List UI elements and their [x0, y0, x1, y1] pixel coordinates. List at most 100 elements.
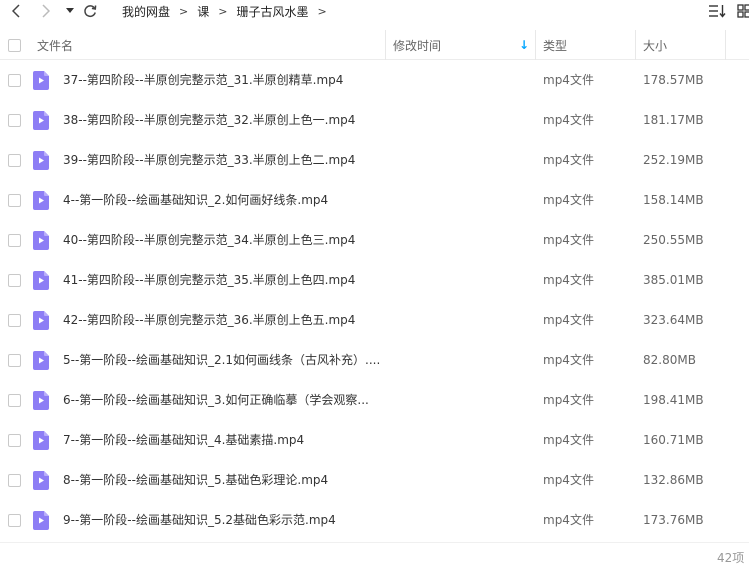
table-row[interactable]: 39--第四阶段--半原创完整示范_33.半原创上色二.mp4 mp4文件 25… [0, 140, 749, 180]
breadcrumb-separator: > [179, 4, 189, 18]
column-header-type[interactable]: 类型 [543, 30, 567, 60]
row-checkbox[interactable] [8, 114, 21, 127]
row-checkbox[interactable] [8, 514, 21, 527]
refresh-icon [84, 5, 97, 18]
table-row[interactable]: 7--第一阶段--绘画基础知识_4.基础素描.mp4 mp4文件 160.71M… [0, 420, 749, 460]
breadcrumb: 我的网盘 > 课 > 珊子古风水墨 > [122, 2, 336, 20]
column-header-size[interactable]: 大小 [643, 30, 667, 60]
table-row[interactable]: 8--第一阶段--绘画基础知识_5.基础色彩理论.mp4 mp4文件 132.8… [0, 460, 749, 500]
table-row[interactable]: 37--第四阶段--半原创完整示范_31.半原创精草.mp4 mp4文件 178… [0, 60, 749, 100]
table-row[interactable]: 4--第一阶段--绘画基础知识_2.如何画好线条.mp4 mp4文件 158.1… [0, 180, 749, 220]
row-checkbox[interactable] [8, 434, 21, 447]
table-header: 文件名 修改时间 ↓ 类型 大小 [0, 30, 749, 60]
table-row[interactable]: 42--第四阶段--半原创完整示范_36.半原创上色五.mp4 mp4文件 32… [0, 300, 749, 340]
row-checkbox[interactable] [8, 194, 21, 207]
column-divider [535, 30, 536, 60]
breadcrumb-item-current[interactable]: 珊子古风水墨 [236, 3, 308, 20]
refresh-button[interactable] [82, 0, 98, 22]
column-header-modified[interactable]: 修改时间 ↓ [393, 30, 533, 60]
sort-desc-icon: ↓ [519, 38, 530, 52]
video-file-icon [33, 351, 49, 370]
table-row[interactable]: 40--第四阶段--半原创完整示范_34.半原创上色三.mp4 mp4文件 25… [0, 220, 749, 260]
file-type: mp4文件 [543, 353, 594, 367]
file-size: 181.17MB [643, 113, 704, 127]
video-file-icon [33, 151, 49, 170]
file-size: 250.55MB [643, 233, 704, 247]
chevron-right-icon [42, 4, 50, 18]
video-file-icon [33, 111, 49, 130]
file-name[interactable]: 8--第一阶段--绘画基础知识_5.基础色彩理论.mp4 [63, 460, 328, 500]
table-row[interactable]: 5--第一阶段--绘画基础知识_2.1如何画线条（古风补充）.... mp4文件… [0, 340, 749, 380]
file-size: 385.01MB [643, 273, 704, 287]
sort-button[interactable] [708, 2, 726, 20]
table-row[interactable]: 38--第四阶段--半原创完整示范_32.半原创上色一.mp4 mp4文件 18… [0, 100, 749, 140]
column-header-modified-label: 修改时间 [393, 38, 442, 53]
video-file-icon [33, 511, 49, 530]
grid-view-icon [737, 4, 749, 18]
row-checkbox[interactable] [8, 234, 21, 247]
view-toggle-button[interactable] [737, 2, 749, 20]
checkbox-box [8, 38, 21, 52]
sort-list-icon [708, 5, 726, 18]
breadcrumb-item-root[interactable]: 我的网盘 [122, 3, 170, 20]
row-checkbox[interactable] [8, 474, 21, 487]
toolbar: 我的网盘 > 课 > 珊子古风水墨 > [0, 0, 749, 22]
column-divider [635, 30, 636, 60]
item-count: 42项 [717, 551, 745, 565]
video-file-icon [33, 431, 49, 450]
file-name[interactable]: 38--第四阶段--半原创完整示范_32.半原创上色一.mp4 [63, 100, 355, 140]
table-row[interactable]: 6--第一阶段--绘画基础知识_3.如何正确临摹（学会观察... mp4文件 1… [0, 380, 749, 420]
back-button[interactable] [8, 0, 24, 22]
file-type: mp4文件 [543, 153, 594, 167]
file-size: 323.64MB [643, 313, 704, 327]
video-file-icon [33, 71, 49, 90]
file-type: mp4文件 [543, 233, 594, 247]
row-checkbox[interactable] [8, 74, 21, 87]
column-divider [725, 30, 726, 60]
video-file-icon [33, 471, 49, 490]
row-checkbox[interactable] [8, 314, 21, 327]
file-type: mp4文件 [543, 193, 594, 207]
file-size: 198.41MB [643, 393, 704, 407]
file-size: 132.86MB [643, 473, 704, 487]
row-checkbox[interactable] [8, 274, 21, 287]
row-checkbox[interactable] [8, 354, 21, 367]
file-name[interactable]: 39--第四阶段--半原创完整示范_33.半原创上色二.mp4 [63, 140, 355, 180]
file-size: 158.14MB [643, 193, 704, 207]
file-name[interactable]: 40--第四阶段--半原创完整示范_34.半原创上色三.mp4 [63, 220, 355, 260]
file-type: mp4文件 [543, 433, 594, 447]
table-row[interactable]: 9--第一阶段--绘画基础知识_5.2基础色彩示范.mp4 mp4文件 173.… [0, 500, 749, 540]
file-size: 178.57MB [643, 73, 704, 87]
file-name[interactable]: 9--第一阶段--绘画基础知识_5.2基础色彩示范.mp4 [63, 500, 336, 540]
file-name[interactable]: 37--第四阶段--半原创完整示范_31.半原创精草.mp4 [63, 60, 343, 100]
file-type: mp4文件 [543, 473, 594, 487]
file-type: mp4文件 [543, 113, 594, 127]
row-checkbox[interactable] [8, 154, 21, 167]
breadcrumb-separator: > [218, 4, 228, 18]
history-dropdown-button[interactable] [64, 0, 76, 22]
breadcrumb-item-folder[interactable]: 课 [197, 3, 209, 20]
caret-down-icon [66, 8, 74, 13]
file-name[interactable]: 41--第四阶段--半原创完整示范_35.半原创上色四.mp4 [63, 260, 355, 300]
footer-divider [0, 542, 749, 543]
video-file-icon [33, 391, 49, 410]
file-type: mp4文件 [543, 73, 594, 87]
file-type: mp4文件 [543, 513, 594, 527]
file-type: mp4文件 [543, 313, 594, 327]
file-name[interactable]: 42--第四阶段--半原创完整示范_36.半原创上色五.mp4 [63, 300, 355, 340]
select-all-checkbox[interactable] [8, 30, 21, 60]
table-row[interactable]: 41--第四阶段--半原创完整示范_35.半原创上色四.mp4 mp4文件 38… [0, 260, 749, 300]
file-name[interactable]: 5--第一阶段--绘画基础知识_2.1如何画线条（古风补充）.... [63, 340, 380, 380]
forward-button[interactable] [38, 0, 54, 22]
file-name[interactable]: 6--第一阶段--绘画基础知识_3.如何正确临摹（学会观察... [63, 380, 369, 420]
video-file-icon [33, 271, 49, 290]
file-size: 173.76MB [643, 513, 704, 527]
column-header-name[interactable]: 文件名 [37, 30, 73, 60]
file-size: 252.19MB [643, 153, 704, 167]
chevron-left-icon [12, 4, 20, 18]
breadcrumb-separator: > [317, 4, 327, 18]
file-name[interactable]: 4--第一阶段--绘画基础知识_2.如何画好线条.mp4 [63, 180, 328, 220]
file-name[interactable]: 7--第一阶段--绘画基础知识_4.基础素描.mp4 [63, 420, 304, 460]
file-size: 160.71MB [643, 433, 704, 447]
row-checkbox[interactable] [8, 394, 21, 407]
